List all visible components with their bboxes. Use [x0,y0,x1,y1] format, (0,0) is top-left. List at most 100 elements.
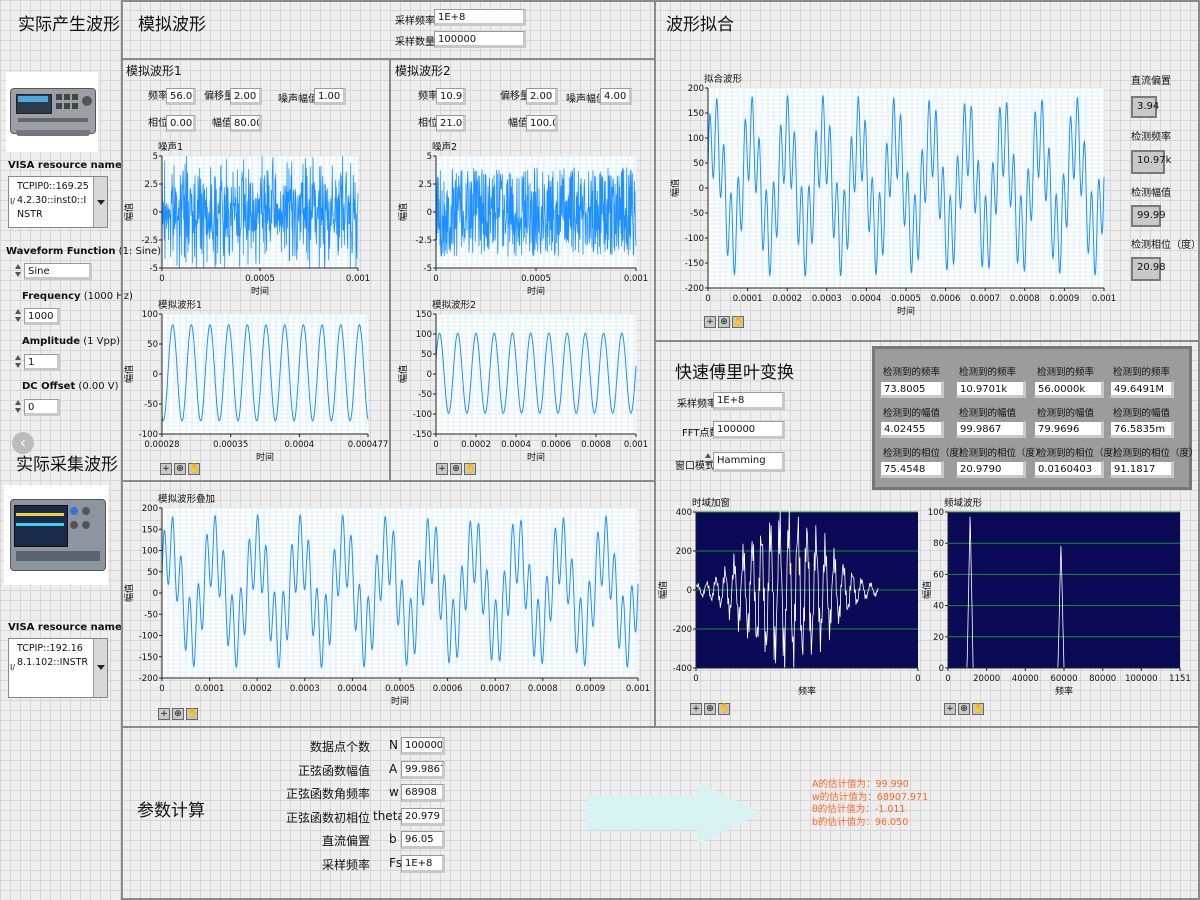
wave2-offset-field[interactable]: 2.00 [526,88,558,105]
wave2-freq-field[interactable]: 10.97k [436,88,466,105]
param-label: 采样频率 [321,858,370,872]
x-tick-label: 0.0002 [461,440,491,450]
noise2-chart[interactable]: 噪声252.50-2.5-50 0.0005 0.001时间幅值 [397,140,648,300]
sim2-chart[interactable]: 模拟波形2150100500-50-100-1500 0.0002 0.0004 0.… [397,296,648,468]
noise1-chart[interactable]: 噪声152.50-2.5-50 0.0005 0.001时间幅值 [123,140,370,300]
fft-rate-field[interactable]: 1E+8 [713,392,785,410]
zoom-icon[interactable]: ⊕ [704,703,716,715]
param-label: 直流偏置 [321,834,370,849]
pan-hand-icon[interactable]: ✋ [718,703,730,715]
wave1-offset-field[interactable]: 2.00 [230,88,262,105]
sim-rate-field[interactable]: 1E+8 [434,9,526,26]
frequency-spinner-icon[interactable] [14,308,23,324]
visa-select-1[interactable]: I/ TCPIP0::169.254.2.30::inst0::INSTR [8,176,108,228]
pan-hand-icon[interactable]: ✋ [188,463,200,475]
estimate-text: w的估计值为：68907.971 [812,791,929,803]
fft-window-spinner-icon[interactable] [704,452,713,468]
wave2-graph-palette[interactable]: + ⊕ ✋ [436,463,476,476]
x-tick-label: 0.0003 [812,294,842,304]
window-graph-palette[interactable]: + ⊕ ✋ [690,703,730,716]
chart-title: 模拟波形1 [158,299,202,311]
plot-area [948,512,1180,668]
params-title: 参数计算 [137,801,205,821]
sim1-chart[interactable]: 模拟波形1100 50 0 -50 -1000.00028 0.00035 0.0004 0.… [123,296,388,468]
fit-graph-palette[interactable]: + ⊕ ✋ [704,316,744,329]
zoom-icon[interactable]: ⊕ [450,463,462,475]
x-axis-label: 频率 [1055,685,1073,697]
pan-hand-icon[interactable]: ✋ [732,316,744,328]
amplitude-spinner-icon[interactable] [14,354,23,370]
amplitude-field[interactable]: 1 [24,354,60,371]
x-axis-label: 时间 [391,695,409,707]
wave2-phase-field[interactable]: 21.00 [436,115,466,132]
dc-offset-spinner-icon[interactable] [14,399,23,415]
fft-result-label: 检测到的幅值 [1113,408,1171,419]
fft-window-field[interactable]: Hamming [713,452,785,472]
zoom-icon[interactable]: ⊕ [172,708,184,720]
pan-hand-icon[interactable]: ✋ [972,703,984,715]
y-tick-label: -2.5 [415,236,432,246]
x-tick-label: 0.0006 [433,684,463,694]
param-value-field[interactable]: 20.979 [401,807,445,826]
param-value-field[interactable]: 1E+8 [401,855,445,873]
pan-hand-icon[interactable]: ✋ [464,463,476,475]
fft-result-label: 检测到的幅值 [1037,408,1095,419]
waveform-spinner-icon[interactable] [14,263,23,279]
sum-chart[interactable]: 模拟波形叠加200150100500-50-100-150-2000 0.0001… [123,488,650,714]
x-tick-label: 0.0008 [581,440,611,450]
wave1-noise-field[interactable]: 1.00 [314,88,346,105]
x-tick-label: 0.0003 [290,684,320,694]
cursor-icon[interactable]: + [704,316,716,328]
x-axis-label: 频率 [798,685,816,697]
x-tick-label: 40000 [1012,674,1039,684]
sum-graph-palette[interactable]: + ⊕ ✋ [158,708,198,721]
wave2-amp-field[interactable]: 100.00 [526,115,558,132]
y-tick-label: -100 [139,430,158,440]
param-value-field[interactable]: 96.05 [401,831,445,850]
frequency-field[interactable]: 1000 [24,308,60,325]
chart-title: 模拟波形叠加 [158,493,215,505]
cursor-icon[interactable]: + [690,703,702,715]
zoom-icon[interactable]: ⊕ [718,316,730,328]
dropdown-arrow-icon[interactable] [93,639,107,697]
zoom-icon[interactable]: ⊕ [958,703,970,715]
zoom-icon[interactable]: ⊕ [174,463,186,475]
visa-select-2[interactable]: I/ TCPIP::192.168.1.102::INSTR [8,638,108,698]
param-value-field[interactable]: 68908 [401,784,445,803]
y-tick-label: -2.5 [141,236,158,246]
waveform-function-field[interactable]: Sine [24,263,92,280]
fft-result-label: 检测到的频率 [1037,367,1095,378]
y-tick-label: 50 [147,568,158,578]
cursor-icon[interactable]: + [436,463,448,475]
y-tick-label: 20 [933,633,944,643]
arrow-right-icon [698,782,762,844]
sim-count-field[interactable]: 100000 [434,31,526,48]
cursor-icon[interactable]: + [160,463,172,475]
dc-offset-label: DC Offset (0.00 V) [22,381,119,392]
generated-wave-title: 实际产生波形 [18,15,120,35]
x-tick-label: 60000 [1050,674,1077,684]
pan-hand-icon[interactable]: ✋ [186,708,198,720]
wave2-title: 模拟波形2 [395,64,451,78]
param-value-field[interactable]: 100000 [401,737,445,755]
cursor-icon[interactable]: + [158,708,170,720]
y-tick-label: -200 [685,284,704,294]
wave1-phase-field[interactable]: 0.00 [166,115,196,132]
wave1-amp-field[interactable]: 80.00 [230,115,262,132]
spectrum-chart[interactable]: 频域波形100 80 60 40 20 00 20000 40000 60000 80000 100… [921,492,1194,704]
wave1-freq-field[interactable]: 56.00k [166,88,196,105]
window-chart[interactable]: 时域加窗4002000-200-4000 0频率幅值 [657,492,932,704]
spectrum-graph-palette[interactable]: + ⊕ ✋ [944,703,984,716]
x-tick-label: 0.001 [624,440,648,450]
dc-offset-field[interactable]: 0 [24,399,60,416]
param-value-field[interactable]: 99.9867 [401,760,445,779]
estimate-text: θ的估计值为：-1.011 [812,804,906,816]
y-axis-label: 幅值 [921,581,933,599]
fft-points-field[interactable]: 100000 [713,421,785,439]
wave1-graph-palette[interactable]: + ⊕ ✋ [160,463,200,476]
dropdown-arrow-icon[interactable] [93,177,107,227]
cursor-icon[interactable]: + [944,703,956,715]
fit-chart[interactable]: 拟合波形200150100500-50-100-150-2000 0.0001 0.… [668,68,1118,324]
wave2-noise-field[interactable]: 4.00 [600,88,632,105]
y-tick-label: 100 [928,508,944,518]
